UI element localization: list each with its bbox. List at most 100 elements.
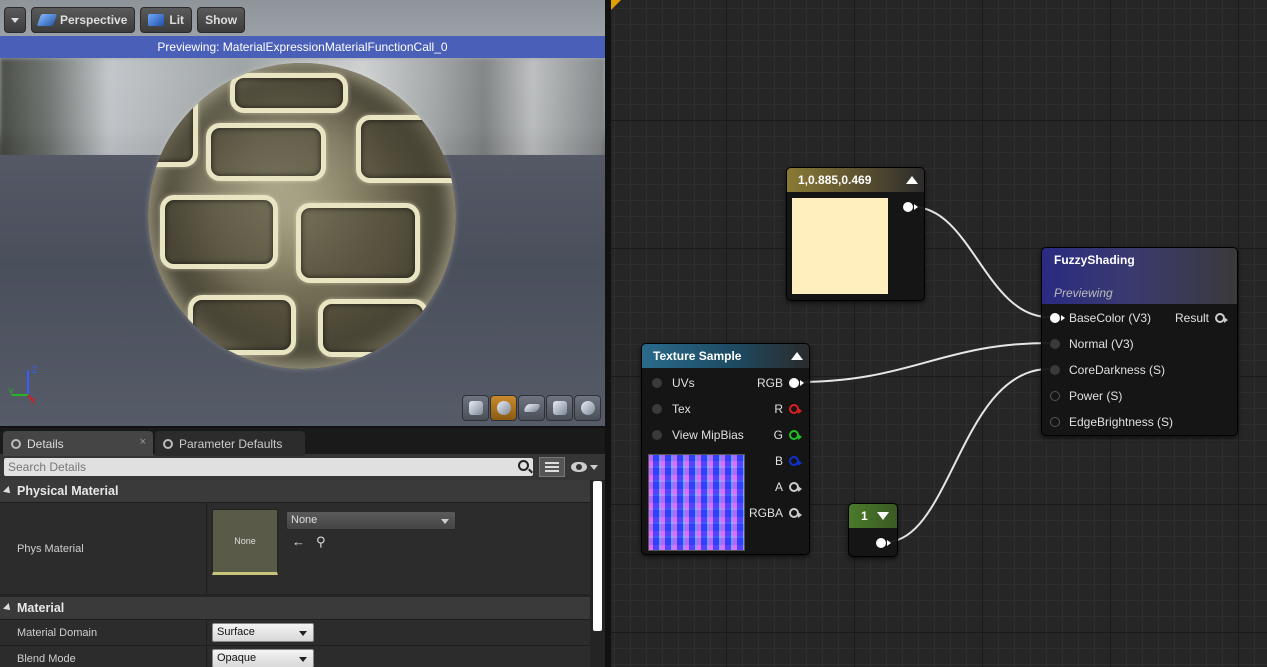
pin-label: UVs bbox=[672, 376, 695, 390]
input-pin[interactable] bbox=[1050, 365, 1060, 375]
tab-details[interactable]: Details × bbox=[3, 431, 153, 456]
collapse-arrow-icon[interactable] bbox=[791, 352, 803, 360]
output-pin[interactable] bbox=[789, 430, 802, 440]
brick-pattern bbox=[206, 123, 326, 181]
input-pin-row[interactable]: CoreDarkness (S) bbox=[1050, 357, 1165, 383]
fuzzy-shading-node[interactable]: FuzzyShading Previewing BaseColor (V3) N… bbox=[1041, 247, 1238, 436]
brick-pattern bbox=[356, 115, 456, 183]
node-header[interactable]: 1 bbox=[849, 504, 897, 528]
output-pin-row[interactable]: R bbox=[774, 396, 802, 422]
constant-node[interactable]: 1 bbox=[848, 503, 898, 557]
lit-button[interactable]: Lit bbox=[140, 7, 193, 33]
color-swatch bbox=[792, 198, 888, 294]
brick-pattern bbox=[148, 87, 198, 167]
expand-arrow-icon bbox=[3, 603, 13, 613]
wire-normal bbox=[797, 342, 1050, 383]
output-pin-row[interactable]: Result bbox=[1175, 305, 1228, 331]
input-pin[interactable] bbox=[1050, 391, 1060, 401]
close-icon[interactable]: × bbox=[140, 436, 146, 448]
node-header[interactable]: 1,0.885,0.469 bbox=[787, 168, 924, 192]
input-pin-row[interactable]: EdgeBrightness (S) bbox=[1050, 409, 1173, 435]
tab-parameter-defaults-label: Parameter Defaults bbox=[179, 436, 283, 451]
phys-material-combo[interactable]: None bbox=[286, 511, 456, 530]
browse-search-icon[interactable]: ⚲ bbox=[316, 535, 330, 548]
output-pin-row[interactable]: RGB bbox=[757, 370, 804, 396]
search-input[interactable]: Search Details bbox=[4, 458, 534, 476]
output-pin[interactable] bbox=[876, 538, 891, 548]
wire-basecolor bbox=[912, 206, 1050, 318]
output-pin[interactable] bbox=[1215, 313, 1228, 323]
plane-preview-button[interactable] bbox=[518, 395, 545, 421]
plane-icon bbox=[522, 404, 541, 412]
node-title: 1,0.885,0.469 bbox=[798, 173, 872, 187]
output-pin-row[interactable]: B bbox=[775, 448, 802, 474]
thumbnail-label: None bbox=[234, 536, 256, 546]
lit-cube-icon bbox=[148, 14, 165, 26]
node-header[interactable]: FuzzyShading Previewing bbox=[1042, 248, 1237, 304]
sphere-icon bbox=[496, 401, 511, 415]
property-matrix-button[interactable] bbox=[539, 457, 566, 477]
blend-mode-combo[interactable]: Opaque bbox=[212, 649, 314, 667]
input-pin-row[interactable]: Tex bbox=[652, 396, 691, 422]
collapse-arrow-icon[interactable] bbox=[906, 176, 918, 184]
pin-label: G bbox=[773, 428, 783, 442]
perspective-button[interactable]: Perspective bbox=[31, 7, 136, 33]
input-pin[interactable] bbox=[652, 404, 662, 414]
preview-banner: Previewing: MaterialExpressionMaterialFu… bbox=[0, 36, 605, 58]
show-button[interactable]: Show bbox=[197, 7, 246, 33]
output-pin[interactable] bbox=[789, 404, 802, 414]
pin-label: View MipBias bbox=[672, 428, 744, 442]
tab-details-label: Details bbox=[27, 436, 64, 451]
input-pin[interactable] bbox=[1050, 313, 1065, 323]
output-pin[interactable] bbox=[789, 482, 802, 492]
material-preview-viewport[interactable]: Perspective Lit Show Previewing: Materia… bbox=[0, 0, 605, 426]
tab-parameter-defaults[interactable]: Parameter Defaults bbox=[155, 431, 305, 456]
property-value: Opaque bbox=[207, 646, 590, 667]
input-pin-row[interactable]: Normal (V3) bbox=[1050, 331, 1134, 357]
asset-thumbnail[interactable]: None bbox=[212, 509, 278, 575]
node-title: 1 bbox=[861, 509, 868, 523]
constant3-vector-node[interactable]: 1,0.885,0.469 bbox=[786, 167, 925, 301]
viewport-options-button[interactable] bbox=[4, 7, 26, 33]
custom-mesh-preview-button[interactable] bbox=[574, 395, 601, 421]
use-selected-arrow-icon[interactable]: ← bbox=[292, 535, 306, 548]
sphere-preview-button[interactable] bbox=[490, 395, 517, 421]
details-search-row: Search Details bbox=[0, 454, 605, 480]
input-pin-row[interactable]: UVs bbox=[652, 370, 695, 396]
output-pin[interactable] bbox=[789, 378, 804, 388]
output-pin-row[interactable]: G bbox=[773, 422, 802, 448]
input-pin-row[interactable]: Power (S) bbox=[1050, 383, 1122, 409]
output-pin[interactable] bbox=[789, 508, 802, 518]
input-pin[interactable] bbox=[652, 430, 662, 440]
search-icon bbox=[518, 460, 530, 471]
input-pin[interactable] bbox=[1050, 417, 1060, 427]
node-header[interactable]: Texture Sample bbox=[642, 344, 809, 368]
section-physical-material[interactable]: Physical Material bbox=[0, 480, 590, 502]
output-pin[interactable] bbox=[789, 456, 802, 466]
output-pin-row[interactable]: A bbox=[775, 474, 802, 500]
view-options-button[interactable] bbox=[571, 457, 601, 477]
expand-arrow-icon[interactable] bbox=[877, 512, 889, 520]
section-material[interactable]: Material bbox=[0, 597, 590, 619]
axis-y-label: Y bbox=[8, 387, 14, 397]
material-graph-canvas[interactable]: 1,0.885,0.469 Texture Sample UVs Tex Vie… bbox=[611, 0, 1267, 667]
texture-sample-node[interactable]: Texture Sample UVs Tex View MipBias RGB … bbox=[641, 343, 810, 555]
pin-label: R bbox=[774, 402, 783, 416]
viewport-toolbar: Perspective Lit Show bbox=[4, 7, 246, 33]
cylinder-preview-button[interactable] bbox=[462, 395, 489, 421]
expand-arrow-icon bbox=[3, 486, 13, 496]
grid-icon bbox=[545, 462, 560, 472]
input-pin-row[interactable]: View MipBias bbox=[652, 422, 744, 448]
graph-corner-marker bbox=[611, 0, 621, 10]
section-title: Material bbox=[17, 601, 65, 615]
input-pin[interactable] bbox=[1050, 339, 1060, 349]
texture-thumbnail bbox=[648, 454, 745, 551]
input-pin[interactable] bbox=[652, 378, 662, 388]
input-pin-row[interactable]: BaseColor (V3) bbox=[1050, 305, 1151, 331]
material-domain-combo[interactable]: Surface bbox=[212, 623, 314, 642]
teapot-icon bbox=[580, 401, 595, 415]
output-pin[interactable] bbox=[903, 202, 918, 212]
details-scrollbar[interactable] bbox=[593, 481, 602, 631]
output-pin-row[interactable]: RGBA bbox=[749, 500, 802, 526]
cube-preview-button[interactable] bbox=[546, 395, 573, 421]
